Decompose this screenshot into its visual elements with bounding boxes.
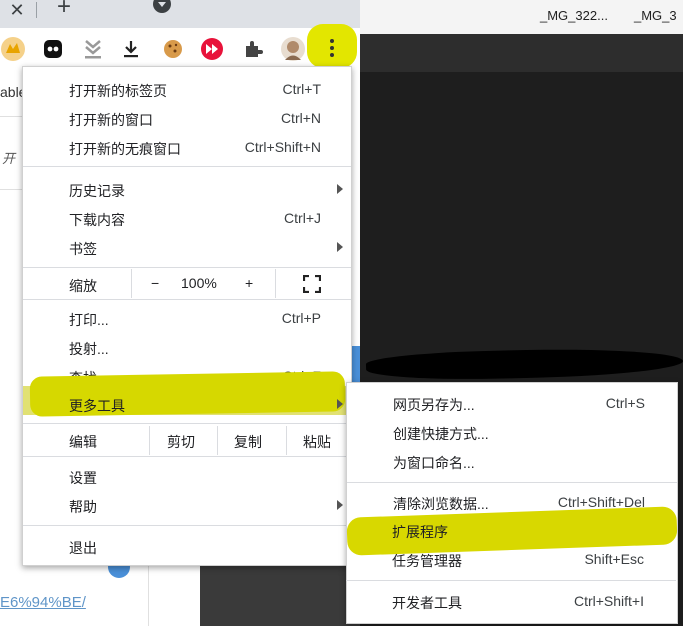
tab-separator (36, 2, 37, 18)
submenu-item-label: 创建快捷方式... (393, 426, 489, 442)
submenu-item-label: 为窗口命名... (393, 455, 475, 471)
menu-item-label: 打开新的标签页 (69, 83, 167, 99)
page-card-text: 开 (2, 151, 16, 166)
new-tab-button[interactable]: + (52, 0, 76, 20)
tab-search-icon[interactable] (151, 0, 173, 16)
page-link[interactable]: E6%94%BE/ (0, 594, 86, 611)
fullscreen-icon[interactable] (302, 274, 322, 296)
menu-item-new-incognito[interactable]: 打开新的无痕窗口 Ctrl+Shift+N (23, 133, 351, 162)
menu-item-zoom: 缩放 − 100% + (23, 269, 351, 298)
avatar-icon[interactable] (280, 36, 306, 62)
menu-item-shortcut: Ctrl+T (282, 81, 322, 97)
menu-separator (347, 482, 677, 483)
menu-item-shortcut: Ctrl+Shift+N (244, 139, 321, 155)
menu-item-label: 历史记录 (69, 183, 125, 199)
menu-item-bookmarks[interactable]: 书签 (23, 233, 351, 262)
more-menu-icon[interactable] (319, 35, 345, 61)
fast-forward-icon[interactable] (199, 36, 225, 62)
zoom-divider (131, 269, 132, 298)
menu-item-cast[interactable]: 投射... (23, 333, 351, 362)
menu-item-downloads[interactable]: 下载内容 Ctrl+J (23, 204, 351, 233)
submenu-item-create-shortcut[interactable]: 创建快捷方式... (347, 418, 677, 447)
menu-item-shortcut: Ctrl+J (284, 210, 321, 226)
menu-separator (23, 166, 351, 167)
tab-close-icon[interactable]: ✕ (6, 0, 28, 22)
menu-item-label: 打印... (69, 312, 109, 328)
zoom-value: 100% (181, 275, 217, 291)
chrome-main-menu: 打开新的标签页 Ctrl+T 打开新的窗口 Ctrl+N 打开新的无痕窗口 Ct… (22, 66, 352, 566)
menu-item-shortcut: Ctrl+P (281, 310, 321, 326)
dark-toolbar (360, 34, 683, 72)
zoom-in-button[interactable]: + (245, 275, 253, 291)
submenu-arrow-icon (337, 184, 343, 194)
download-icon[interactable] (118, 36, 144, 62)
zoom-label: 缩放 (69, 278, 97, 294)
file-label[interactable]: _MG_3 (634, 8, 677, 23)
file-label[interactable]: _MG_322... (540, 8, 608, 23)
zoom-out-button[interactable]: − (151, 275, 159, 291)
submenu-arrow-icon (337, 242, 343, 252)
menu-item-new-tab[interactable]: 打开新的标签页 Ctrl+T (23, 75, 351, 104)
menu-separator (23, 299, 351, 300)
cookie-icon[interactable] (160, 36, 186, 62)
menu-item-label: 打开新的无痕窗口 (69, 141, 181, 157)
menu-item-new-window[interactable]: 打开新的窗口 Ctrl+N (23, 104, 351, 133)
menu-item-label: 下载内容 (69, 212, 125, 228)
submenu-item-label: 网页另存为... (393, 397, 475, 413)
zoom-divider (275, 269, 276, 298)
submenu-item-label: 清除浏览数据... (393, 496, 489, 512)
menu-item-label: 书签 (69, 241, 97, 257)
puzzle-extensions-icon[interactable] (240, 36, 266, 62)
menu-item-shortcut: Ctrl+N (280, 110, 321, 126)
cat-extension-icon[interactable] (0, 36, 26, 62)
menu-separator (23, 267, 351, 268)
download-arrows-extension-icon[interactable] (80, 36, 106, 62)
more-tools-submenu: 网页另存为... Ctrl+S 创建快捷方式... 为窗口命名... 清除浏览数… (346, 382, 678, 624)
submenu-item-shortcut: Ctrl+S (605, 395, 645, 411)
submenu-item-name-window[interactable]: 为窗口命名... (347, 447, 677, 476)
panda-extension-icon[interactable] (40, 36, 66, 62)
menu-item-label: 投射... (69, 341, 109, 357)
file-strip: _MG_322... _MG_3 (360, 0, 683, 34)
menu-item-history[interactable]: 历史记录 (23, 175, 351, 204)
menu-item-label: 打开新的窗口 (69, 112, 153, 128)
menu-item-print[interactable]: 打印... Ctrl+P (23, 304, 351, 333)
submenu-item-save-page[interactable]: 网页另存为... Ctrl+S (347, 389, 677, 418)
highlight-marker (29, 371, 346, 417)
